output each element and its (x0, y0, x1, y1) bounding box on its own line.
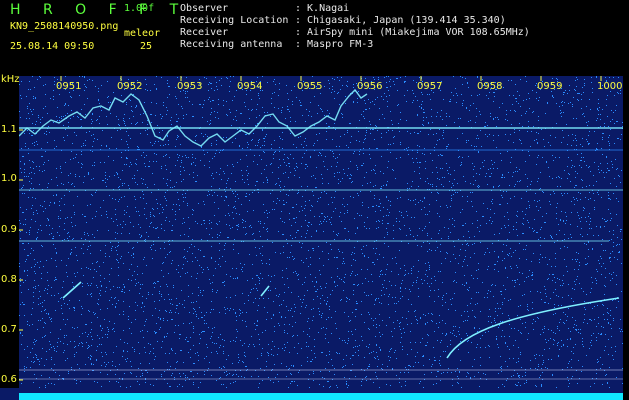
antenna-label: Receiving antenna (180, 39, 283, 50)
y-tick-label: 0.6 (1, 374, 17, 385)
count-label: 25 (140, 41, 153, 52)
y-tick-label: 1.0 (1, 173, 17, 184)
y-axis-labels: 1.1 1.0 0.9 0.8 0.7 0.6 (0, 76, 19, 388)
location-label: Receiving Location (180, 15, 289, 26)
time-tick-label: 0959 (537, 81, 563, 92)
time-tick-label: 1000 (597, 81, 623, 92)
baseline-bar (19, 393, 623, 400)
filename-label: KN9_2508140950.png (10, 21, 119, 32)
y-tick-label: 0.7 (1, 324, 17, 335)
mode-label: meleor (124, 28, 161, 39)
spectrogram-plot (19, 76, 623, 388)
location-value: : Chigasaki, Japan (139.414 35.340) (295, 15, 506, 26)
app-logo: H R O F F T (10, 2, 188, 18)
y-tick-label: 1.1 (1, 124, 17, 135)
receiver-label: Receiver (180, 27, 229, 38)
time-tick-label: 0952 (117, 81, 143, 92)
antenna-value: : Maspro FM-3 (295, 39, 374, 50)
version-label: 1.00f (124, 3, 155, 14)
spectrogram-canvas (19, 76, 623, 388)
y-tick-label: 0.9 (1, 224, 17, 235)
time-tick-label: 0955 (297, 81, 323, 92)
y-tick-label: 0.8 (1, 274, 17, 285)
time-tick-label: 0957 (417, 81, 443, 92)
datetime-label: 25.08.14 09:50 (10, 41, 95, 52)
observer-value: : K.Nagai (295, 3, 350, 14)
time-tick-label: 0958 (477, 81, 503, 92)
header-panel: H R O F F T 1.00f KN9_2508140950.png mel… (0, 0, 629, 76)
time-tick-label: 0951 (56, 81, 82, 92)
receiver-value: : AirSpy mini (Miakejima VOR 108.65MHz) (295, 27, 530, 38)
time-tick-label: 0953 (177, 81, 203, 92)
time-tick-label: 0954 (237, 81, 263, 92)
observer-label: Observer (180, 3, 229, 14)
plot-background (19, 76, 623, 388)
bottom-strip (0, 388, 629, 400)
right-edge (623, 76, 629, 400)
time-tick-label: 0956 (357, 81, 383, 92)
